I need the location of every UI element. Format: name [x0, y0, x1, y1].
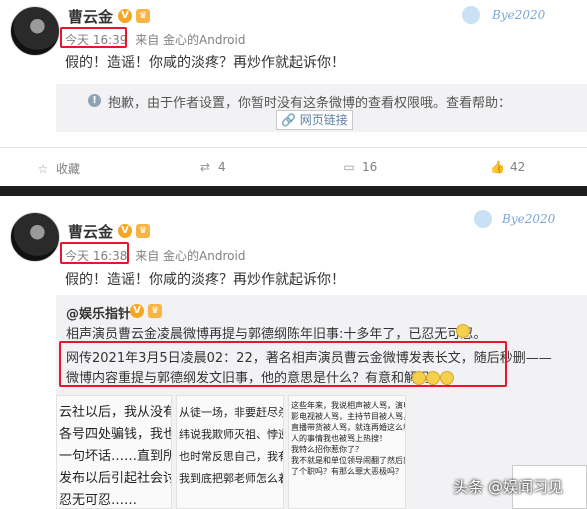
image-thumbnail-1[interactable]: 云社以后，我从没有 各号四处骗钱，我也 一句坏话……直到所 发布以后引起社会讨 … [56, 395, 172, 509]
repost-author[interactable]: @娱乐指针 [66, 303, 131, 322]
author-avatar[interactable] [10, 212, 60, 262]
image-thumbnail-3[interactable]: 这些年来，我说相声被人骂，演电 影电视被人骂，主持节目被人骂， 直播带货被人骂，… [288, 395, 406, 509]
thumb-line: 纬说我欺师灭祖、悖逆 [179, 428, 284, 441]
post-divider [0, 186, 587, 196]
thumb-line: 我特么招你惹你了？ [291, 445, 363, 454]
verified-icon: V [118, 224, 132, 238]
highlight-box [60, 242, 129, 264]
link-icon: 🔗 [281, 113, 300, 127]
weibo-post-1: 曹云金 V ♛ 今天 16:39 来自 金心的Android Bye2020 假… [0, 0, 587, 186]
thumbs-up-icon: 👍 [490, 160, 505, 174]
deco-avatar [474, 210, 492, 228]
repost-line-1: 相声演员曹云金凌晨微博再提与郭德纲陈年旧事:十多年了，已忍无可忍。 [66, 327, 487, 342]
verified-icon: V [130, 304, 144, 318]
like-button[interactable]: 👍 42 [490, 160, 525, 174]
thumb-line: 各号四处骗钱，我也 [59, 427, 172, 442]
permission-notice: ! 抱歉，由于作者设置，你暂时没有这条微博的查看权限哦。查看帮助： 🔗 网页链接 [56, 84, 587, 132]
collect-button[interactable]: ☆ 收藏 [36, 160, 80, 177]
card-decoration: Bye2020 [492, 8, 546, 22]
action-bar: ☆ 收藏 ⇄ 4 ▭ 16 👍 42 [0, 147, 587, 187]
info-icon: ! [88, 94, 101, 107]
author-name[interactable]: 曹云金 [68, 221, 113, 242]
deco-avatar [462, 6, 480, 24]
link-label: 网页链接 [299, 113, 348, 127]
thumb-line: 这些年来，我说相声被人骂，演电 [291, 401, 406, 410]
post-source: 来自 金心的Android [135, 249, 246, 263]
vip-icon: ♛ [148, 304, 162, 318]
highlight-box [59, 341, 507, 387]
repost-icon: ⇄ [199, 160, 211, 174]
thumb-line: 直播带货被人骂，就连再婚这么私 [291, 423, 406, 432]
image-thumbnail-2[interactable]: 从徒一场，非要赶尽杀绝 纬说我欺师灭祖、悖逆 也时常反思自己，我有 我到底把郭老… [176, 395, 284, 509]
thumb-line: 一句坏话……直到所 [59, 449, 172, 464]
star-icon: ☆ [37, 162, 49, 176]
post-source: 来自 金心的Android [135, 33, 246, 47]
comment-icon: ▭ [343, 160, 355, 174]
highlight-box [60, 27, 127, 48]
post-text: 假的！造谣！你咸的淡疼？再炒作就起诉你！ [65, 272, 345, 288]
vip-icon: ♛ [136, 224, 150, 238]
vip-icon: ♛ [136, 9, 150, 23]
thumb-line: 影电视被人骂，主持节目被人骂， [291, 412, 406, 421]
thumb-line: 我到底把郭老师怎么着 [179, 472, 284, 485]
thumb-line: 了个职吗？有那么罪大恶极吗？ [291, 467, 403, 476]
thumb-line: 从徒一场，非要赶尽杀绝 [179, 406, 283, 419]
thumb-line: 发布以后引起社会讨 [59, 471, 172, 486]
thumb-line: 忍无可忍…… [59, 493, 138, 508]
card-decoration: Bye2020 [502, 212, 556, 226]
thumb-line: 也时常反思自己，我有 [179, 450, 284, 463]
web-link-button[interactable]: 🔗 网页链接 [276, 110, 353, 130]
repost-button[interactable]: ⇄ 4 [198, 160, 226, 174]
verified-icon: V [118, 9, 132, 23]
author-name[interactable]: 曹云金 [68, 6, 113, 27]
emoji-icon [456, 324, 470, 338]
watermark-text: 头条 @娱闻习见 [453, 478, 563, 496]
comment-button[interactable]: ▭ 16 [342, 160, 377, 174]
notice-text: 抱歉，由于作者设置，你暂时没有这条微博的查看权限哦。查看帮助： [108, 96, 512, 111]
thumb-line: 人的事情我也被骂上热搜！ [291, 434, 387, 443]
author-avatar[interactable] [10, 6, 60, 56]
thumb-line: 云社以后，我从没有 [59, 405, 172, 420]
post-text: 假的！造谣！你咸的淡疼？再炒作就起诉你！ [65, 55, 345, 71]
thumb-line: 我不就是和单位领导闹翻了然后离 [291, 456, 406, 465]
